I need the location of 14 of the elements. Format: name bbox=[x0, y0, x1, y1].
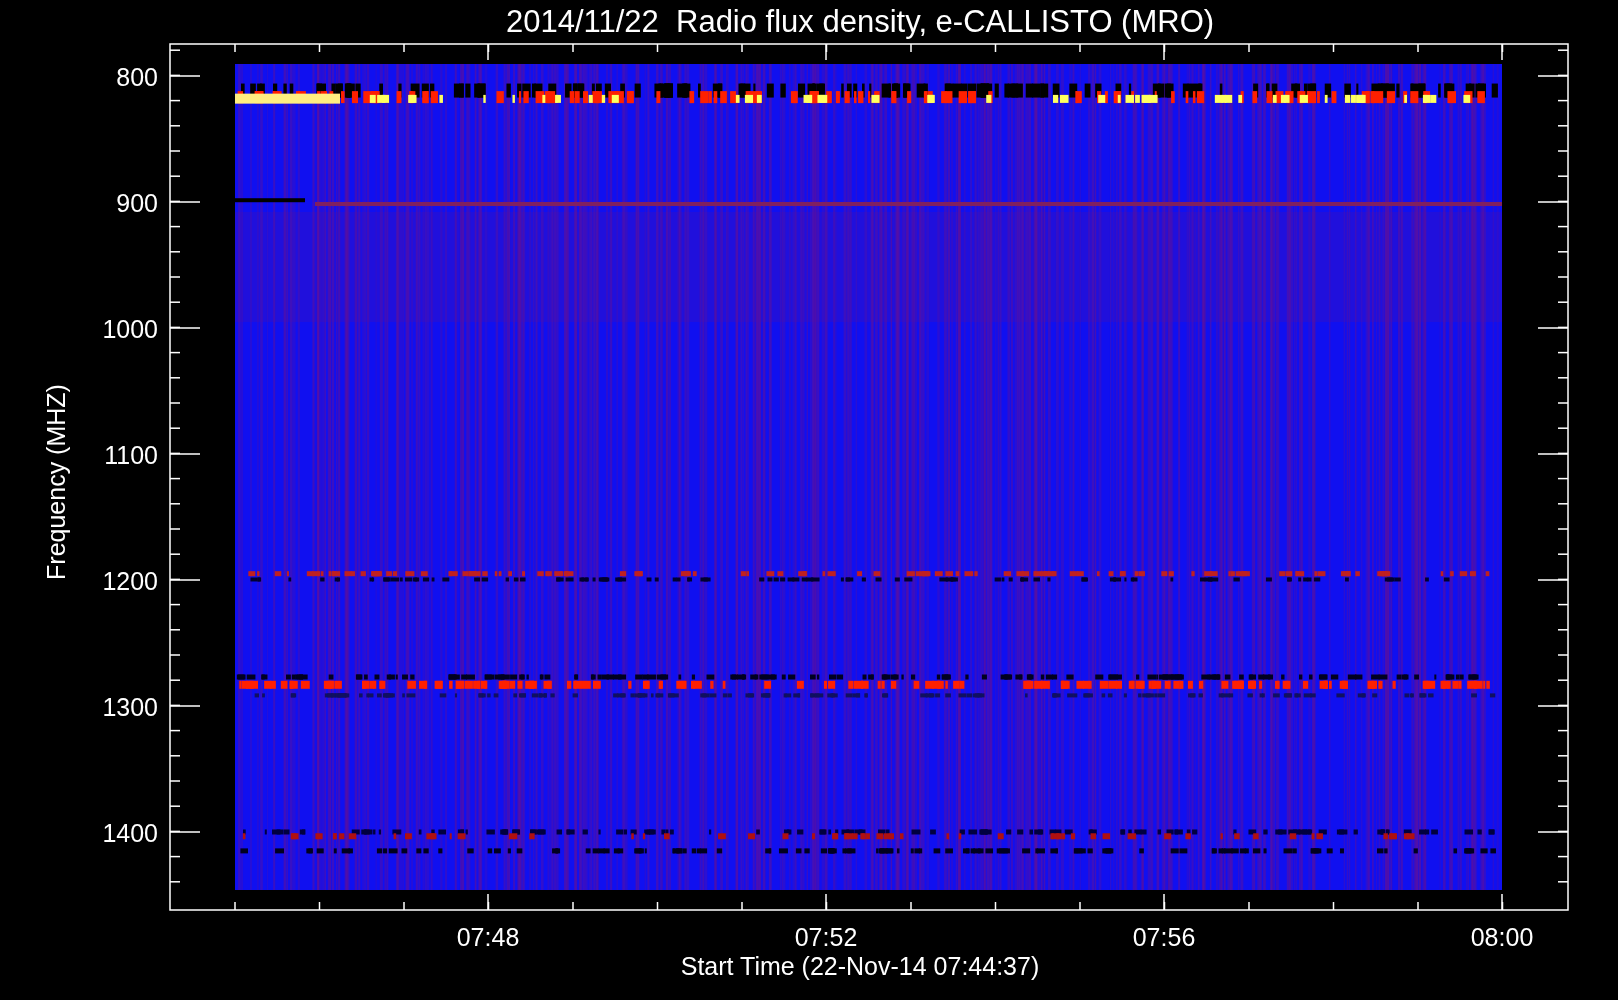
y-tick-label: 1000 bbox=[102, 315, 158, 343]
y-tick-label: 1100 bbox=[104, 441, 158, 469]
y-tick-label: 1300 bbox=[102, 693, 158, 721]
x-tick-label: 07:52 bbox=[794, 923, 858, 951]
y-tick-label: 800 bbox=[116, 63, 158, 91]
y-tick-label: 900 bbox=[116, 189, 158, 217]
x-axis-label: Start Time (22-Nov-14 07:44:37) bbox=[680, 952, 1040, 980]
y-axis-label: Frequency (MHZ) bbox=[42, 384, 70, 580]
y-tick-label: 1200 bbox=[102, 567, 158, 595]
x-tick-label: 07:48 bbox=[456, 923, 520, 951]
y-tick-label: 1400 bbox=[102, 819, 158, 847]
x-tick-label: 07:56 bbox=[1132, 923, 1196, 951]
chart-title: 2014/11/22 Radio flux density, e-CALLISTO (MRO) bbox=[505, 4, 1215, 39]
x-tick-label: 08:00 bbox=[1470, 923, 1534, 951]
